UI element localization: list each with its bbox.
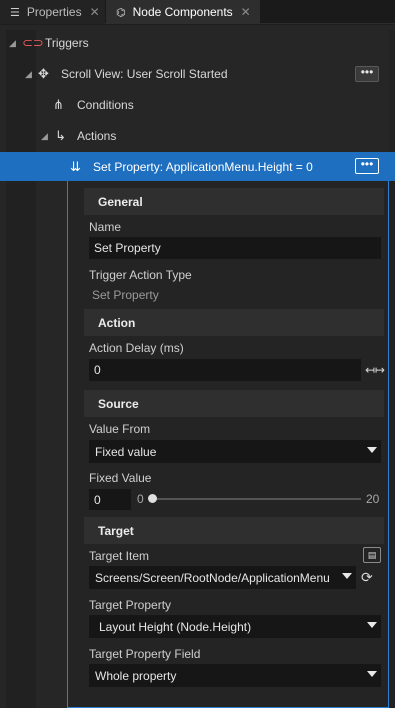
tree-row-scroll-view[interactable]: ◢ ✥ Scroll View: User Scroll Started ••• xyxy=(0,60,395,88)
tree-label-set-property: Set Property: ApplicationMenu.Height = 0 xyxy=(93,159,313,174)
tree-label-conditions: Conditions xyxy=(77,98,134,112)
section-source-header: Source xyxy=(84,390,384,417)
tab-node-components[interactable]: ⌬ Node Components ✕ xyxy=(106,0,260,24)
section-general-header: General xyxy=(84,188,384,215)
set-property-action-panel: General Name Set Property Trigger Action… xyxy=(67,181,389,708)
close-icon[interactable]: ✕ xyxy=(90,5,100,19)
set-property-icon: ⇊ xyxy=(70,158,81,174)
chevron-down-icon xyxy=(367,622,377,628)
chevron-down-icon xyxy=(367,447,377,453)
name-label: Name xyxy=(89,220,122,234)
tab-bar: ☰ Properties ✕ ⌬ Node Components ✕ xyxy=(0,0,395,24)
tree-row-set-property[interactable]: ⇊ Set Property: ApplicationMenu.Height =… xyxy=(0,152,395,181)
reset-target-icon[interactable]: ⟳ xyxy=(361,569,373,586)
slider-max-label: 20 xyxy=(366,492,380,506)
tree-row-triggers[interactable]: ◢ ⊂⊃ Triggers xyxy=(0,29,395,57)
target-property-field-label: Target Property Field xyxy=(89,647,201,661)
expand-caret-icon[interactable]: ◢ xyxy=(9,38,16,49)
section-action-header: Action xyxy=(84,309,384,336)
chevron-down-icon xyxy=(367,671,377,677)
tree-label-actions: Actions xyxy=(77,129,117,143)
tree-label-triggers: Triggers xyxy=(45,36,89,50)
expand-caret-icon[interactable]: ◢ xyxy=(41,131,48,142)
move-icon: ✥ xyxy=(38,66,49,81)
hierarchy-icon: ⋔ xyxy=(53,97,64,112)
target-item-label: Target Item xyxy=(89,549,150,563)
tree-row-conditions[interactable]: ⋔ Conditions xyxy=(0,91,395,119)
name-input[interactable]: Set Property xyxy=(89,237,381,259)
list-icon: ☰ xyxy=(10,6,20,19)
expand-caret-icon[interactable]: ◢ xyxy=(25,69,32,80)
more-options-button[interactable]: ••• xyxy=(355,158,379,174)
fixed-value-label: Fixed Value xyxy=(89,471,152,485)
value-from-dropdown[interactable]: Fixed value xyxy=(89,440,381,463)
trigger-icon: ⊂⊃ xyxy=(22,35,44,50)
target-property-label: Target Property xyxy=(89,598,172,612)
fixed-value-slider-thumb[interactable] xyxy=(148,494,157,503)
tree-label-scroll-view: Scroll View: User Scroll Started xyxy=(61,67,228,81)
trigger-action-type-label: Trigger Action Type xyxy=(89,268,192,282)
tab-properties[interactable]: ☰ Properties ✕ xyxy=(0,0,105,24)
select-target-icon[interactable]: ▤ xyxy=(363,547,381,563)
chevron-down-icon xyxy=(342,573,352,579)
drag-adjust-icon[interactable]: ↤↦ xyxy=(365,363,385,377)
action-arrow-icon: ↳ xyxy=(55,128,66,143)
value-from-label: Value From xyxy=(89,422,151,436)
target-item-dropdown[interactable]: Screens/Screen/RootNode/ApplicationMenu xyxy=(89,566,356,589)
value-from-selected: Fixed value xyxy=(95,444,157,459)
target-property-dropdown[interactable]: Layout Height (Node.Height) xyxy=(89,615,381,638)
fixed-value-slider-track[interactable] xyxy=(149,498,361,500)
target-property-field-selected: Whole property xyxy=(95,668,177,683)
more-options-button[interactable]: ••• xyxy=(355,66,379,82)
trigger-action-type-value: Set Property xyxy=(92,288,159,302)
target-item-selected: Screens/Screen/RootNode/ApplicationMenu xyxy=(95,570,330,585)
section-target-header: Target xyxy=(84,517,384,544)
node-components-icon: ⌬ xyxy=(116,6,126,19)
close-icon[interactable]: ✕ xyxy=(241,5,251,19)
tab-properties-label: Properties xyxy=(26,5,82,19)
fixed-value-input[interactable]: 0 xyxy=(89,489,131,510)
target-property-selected: Layout Height (Node.Height) xyxy=(99,619,252,634)
tab-node-components-label: Node Components xyxy=(132,5,233,19)
action-delay-input[interactable]: 0 xyxy=(89,359,361,381)
tree-row-actions[interactable]: ◢ ↳ Actions xyxy=(0,122,395,150)
action-delay-label: Action Delay (ms) xyxy=(89,341,184,355)
target-property-field-dropdown[interactable]: Whole property xyxy=(89,664,381,687)
slider-min-label: 0 xyxy=(137,492,144,506)
